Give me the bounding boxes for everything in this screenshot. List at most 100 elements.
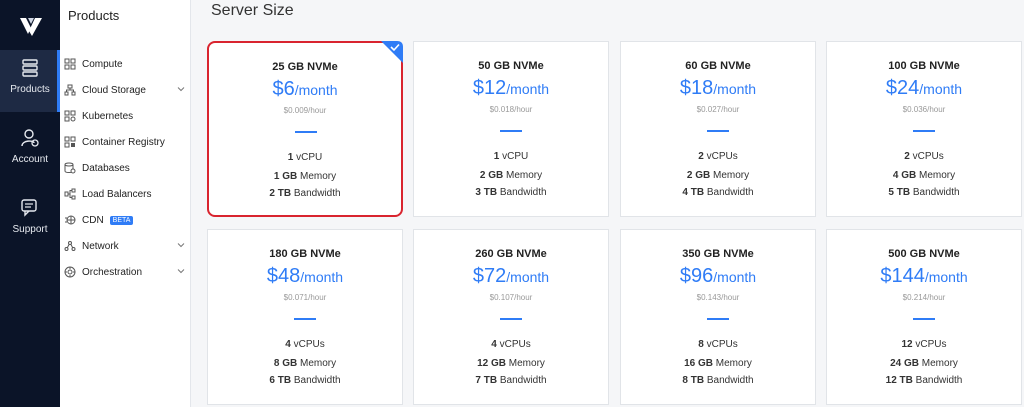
plan-bandwidth-unit: Bandwidth — [499, 187, 547, 198]
cloud-storage-icon — [64, 84, 76, 96]
plan-storage: 350 GB NVMe — [682, 248, 754, 260]
orchestration-icon — [64, 266, 76, 278]
rail-item-support[interactable]: Support — [0, 198, 60, 248]
plan-divider — [500, 130, 522, 132]
plan-memory-size: 16 GB — [684, 358, 713, 369]
plan-divider — [913, 130, 935, 132]
plan-divider — [707, 318, 729, 320]
nav-item-label: Cloud Storage — [82, 84, 146, 96]
plan-cpu: 12 vCPUs — [827, 339, 1021, 350]
plan-price-amount: $96 — [679, 265, 714, 287]
plan-cpu-count: 1 — [493, 151, 500, 162]
plan-card[interactable]: 350 GB NVMe $96/month $0.143/hour 8 vCPUs 16… — [620, 229, 816, 405]
chevron-down-icon[interactable] — [177, 267, 185, 275]
load-balancers-icon — [64, 188, 76, 200]
plan-memory-size: 8 GB — [273, 358, 298, 369]
plan-card[interactable]: 180 GB NVMe $48/month $0.071/hour 4 vCPUs 8 … — [207, 229, 403, 405]
plan-storage: 500 GB NVMe — [888, 248, 960, 260]
plan-memory-unit: Memory — [300, 358, 337, 369]
plan-hourly-price: $0.018/hour — [489, 105, 533, 114]
plan-card[interactable]: 260 GB NVMe $72/month $0.107/hour 4 vCPUs 12… — [413, 229, 609, 405]
plan-card[interactable]: 60 GB NVMe $18/month $0.027/hour 2 vCPUs 2 G… — [620, 41, 816, 217]
plan-bandwidth: 4 TB Bandwidth — [621, 187, 815, 198]
plan-price-amount: $144 — [880, 265, 925, 287]
plan-bandwidth-size: 4 TB — [682, 187, 705, 198]
nav-item-label: Orchestration — [82, 266, 143, 278]
plan-cpu-unit: vCPUs — [915, 339, 947, 350]
rail-item-label: Account — [11, 154, 49, 165]
plan-bandwidth-unit: Bandwidth — [912, 187, 960, 198]
rail-item-account[interactable]: Account — [0, 128, 60, 178]
plan-bandwidth: 2 TB Bandwidth — [209, 188, 401, 199]
plan-memory: 12 GB Memory — [414, 358, 608, 369]
plan-bandwidth: 8 TB Bandwidth — [621, 375, 815, 386]
plan-price: $24/month — [827, 77, 1021, 100]
nav-item-compute[interactable]: Compute — [60, 53, 191, 75]
plan-price: $96/month — [621, 265, 815, 288]
plan-divider — [707, 130, 729, 132]
plan-hourly-price: $0.214/hour — [902, 293, 946, 302]
nav-item-cloud-storage[interactable]: Cloud Storage — [60, 79, 191, 101]
plan-bandwidth: 3 TB Bandwidth — [414, 187, 608, 198]
plan-memory-size: 4 GB — [892, 170, 917, 181]
databases-icon — [64, 162, 76, 174]
plan-price: $144/month — [827, 265, 1021, 288]
plan-bandwidth-unit: Bandwidth — [499, 375, 547, 386]
nav-item-container-registry[interactable]: Container Registry — [60, 131, 191, 153]
plan-cpu-count: 12 — [901, 339, 913, 350]
plan-price-period: /month — [506, 81, 550, 97]
plan-bandwidth-unit: Bandwidth — [293, 188, 341, 199]
rail-item-products[interactable]: Products — [0, 50, 60, 112]
plan-price: $72/month — [414, 265, 608, 288]
chevron-down-icon[interactable] — [177, 85, 185, 93]
plan-card[interactable]: 25 GB NVMe $6/month $0.009/hour 1 vCPU 1 GB … — [207, 41, 403, 217]
plan-card[interactable]: 50 GB NVMe $12/month $0.018/hour 1 vCPU 2 GB… — [413, 41, 609, 217]
nav-item-cdn[interactable]: CDN BETA — [60, 209, 191, 231]
plan-bandwidth-unit: Bandwidth — [706, 375, 754, 386]
plan-memory-unit: Memory — [506, 170, 543, 181]
plan-memory: 1 GB Memory — [209, 171, 401, 182]
plan-memory-size: 2 GB — [686, 170, 711, 181]
plan-card[interactable]: 500 GB NVMe $144/month $0.214/hour 12 vCPUs… — [826, 229, 1022, 405]
servers-icon — [22, 59, 38, 77]
plan-hourly-price: $0.143/hour — [696, 293, 740, 302]
plan-cpu-count: 2 — [698, 151, 704, 162]
plan-bandwidth-size: 7 TB — [475, 375, 498, 386]
plan-cpu: 2 vCPUs — [621, 151, 815, 162]
plan-price-period: /month — [924, 269, 968, 285]
vultr-logo-icon[interactable] — [18, 14, 44, 40]
plan-storage: 60 GB NVMe — [685, 60, 751, 72]
chevron-down-icon[interactable] — [177, 241, 185, 249]
plan-storage: 180 GB NVMe — [269, 248, 341, 260]
plan-storage: 100 GB NVMe — [888, 60, 960, 72]
plan-cpu-unit: vCPU — [296, 152, 323, 163]
plan-bandwidth-unit: Bandwidth — [706, 187, 754, 198]
plan-memory: 2 GB Memory — [414, 170, 608, 181]
plan-hourly-price: $0.071/hour — [283, 293, 327, 302]
plan-memory-size: 24 GB — [890, 358, 919, 369]
nav-item-databases[interactable]: Databases — [60, 157, 191, 179]
plan-bandwidth-size: 8 TB — [682, 375, 705, 386]
nav-item-orchestration[interactable]: Orchestration — [60, 261, 191, 283]
plan-bandwidth: 12 TB Bandwidth — [827, 375, 1021, 386]
container-registry-icon — [64, 136, 76, 148]
plan-price-period: /month — [919, 81, 963, 97]
nav-item-label: Load Balancers — [82, 188, 152, 200]
plan-price: $6/month — [209, 78, 401, 101]
plan-hourly-price: $0.027/hour — [696, 105, 740, 114]
nav-item-network[interactable]: Network — [60, 235, 191, 257]
plan-cpu-count: 8 — [698, 339, 704, 350]
plan-price-amount: $18 — [679, 77, 714, 99]
plan-divider — [913, 318, 935, 320]
plan-cpu: 1 vCPU — [209, 152, 401, 163]
plan-memory-size: 2 GB — [479, 170, 504, 181]
selected-check-icon — [381, 41, 403, 63]
plan-divider — [500, 318, 522, 320]
plan-card[interactable]: 100 GB NVMe $24/month $0.036/hour 2 vCPUs 4 … — [826, 41, 1022, 217]
nav-item-label: Container Registry — [82, 136, 165, 148]
nav-item-load-balancers[interactable]: Load Balancers — [60, 183, 191, 205]
plan-cpu: 8 vCPUs — [621, 339, 815, 350]
products-panel: Products Compute Cloud Storage Kubernete… — [60, 0, 191, 407]
nav-item-kubernetes[interactable]: Kubernetes — [60, 105, 191, 127]
plan-cpu: 4 vCPUs — [208, 339, 402, 350]
